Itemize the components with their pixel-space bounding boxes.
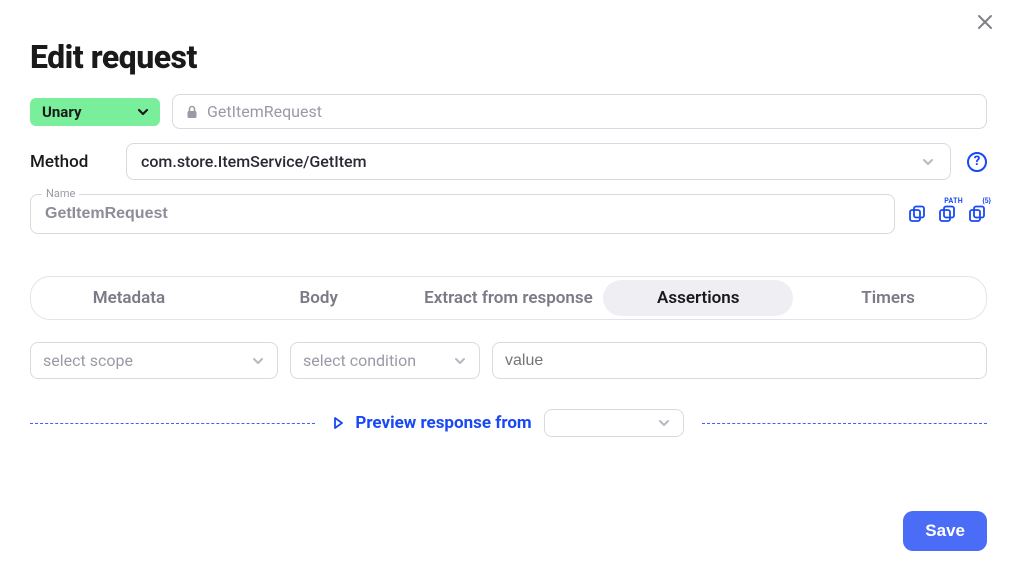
value-input[interactable] (492, 342, 987, 379)
lock-icon (185, 105, 199, 119)
scope-placeholder: select scope (43, 351, 133, 370)
tab-metadata[interactable]: Metadata (34, 280, 224, 316)
scope-select[interactable]: select scope (30, 342, 278, 379)
method-value: com.store.ItemService/GetItem (141, 152, 367, 171)
chevron-down-icon (920, 154, 936, 170)
preview-label: Preview response from (355, 413, 531, 433)
chevron-down-icon (136, 105, 150, 119)
preview-source-select[interactable] (544, 409, 684, 437)
triangle-right-icon (333, 417, 343, 429)
divider (30, 423, 315, 424)
label-field[interactable]: GetItemRequest (172, 94, 987, 129)
chevron-down-icon (251, 354, 265, 368)
help-icon[interactable]: ? (967, 152, 987, 172)
method-label: Method (30, 152, 110, 172)
copy-n-icon[interactable]: {5} (967, 204, 987, 224)
page-title: Edit request (30, 38, 987, 76)
copy-path-icon[interactable]: PATH (937, 204, 957, 224)
chevron-down-icon (453, 354, 467, 368)
save-button[interactable]: Save (903, 511, 987, 551)
close-button[interactable] (977, 14, 993, 30)
tabs: Metadata Body Extract from response Asse… (30, 276, 987, 320)
name-input[interactable] (30, 194, 895, 234)
tab-assertions[interactable]: Assertions (603, 280, 793, 316)
name-float-label: Name (42, 187, 79, 200)
path-badge: PATH (944, 197, 963, 205)
chevron-down-icon (657, 416, 671, 430)
tab-extract[interactable]: Extract from response (414, 280, 604, 316)
divider (702, 423, 987, 424)
request-type-select[interactable]: Unary (30, 98, 160, 126)
tab-body[interactable]: Body (224, 280, 414, 316)
condition-select[interactable]: select condition (290, 342, 480, 379)
n-badge: {5} (982, 197, 991, 205)
tab-timers[interactable]: Timers (793, 280, 983, 316)
copy-object-icon[interactable] (907, 204, 927, 224)
method-select[interactable]: com.store.ItemService/GetItem (126, 143, 951, 180)
label-value: GetItemRequest (207, 102, 322, 121)
request-type-value: Unary (42, 103, 82, 121)
condition-placeholder: select condition (303, 351, 416, 370)
